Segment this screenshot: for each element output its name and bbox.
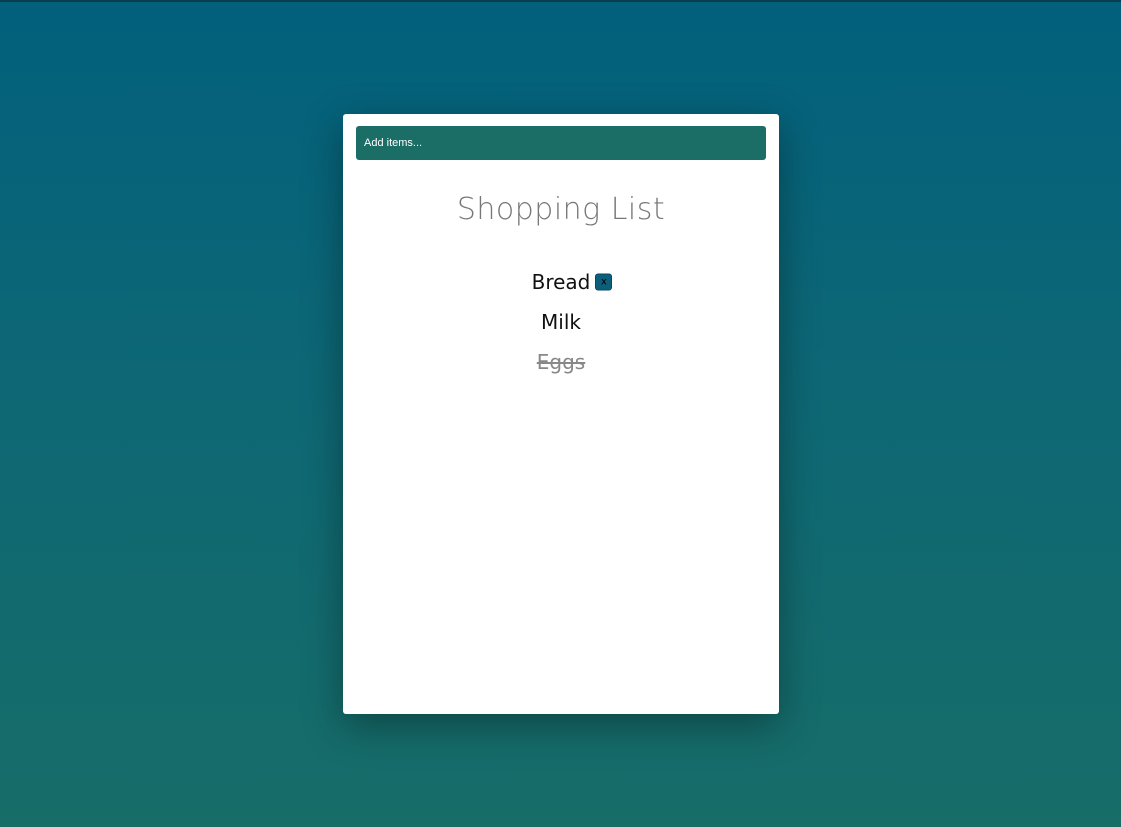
list-item-wrap: Bread x — [531, 270, 613, 294]
page-title: Shopping List — [456, 192, 666, 227]
shopping-list-card: Shopping List Bread x Milk Eggs — [343, 114, 779, 714]
list-item-wrap: Eggs — [537, 350, 585, 374]
list-item-wrap: Milk — [541, 310, 581, 334]
list-item-label: Eggs — [536, 350, 586, 374]
delete-item-button[interactable]: x — [595, 273, 613, 291]
top-border-line — [0, 0, 1121, 2]
list-item-done[interactable]: Eggs — [343, 342, 779, 382]
shopping-list: Bread x Milk Eggs — [343, 262, 779, 382]
list-item[interactable]: Bread x — [343, 262, 779, 302]
list-item-label: Milk — [541, 310, 581, 334]
list-item-label: Bread — [531, 270, 591, 294]
list-item[interactable]: Milk — [343, 302, 779, 342]
add-item-input[interactable] — [356, 126, 766, 160]
